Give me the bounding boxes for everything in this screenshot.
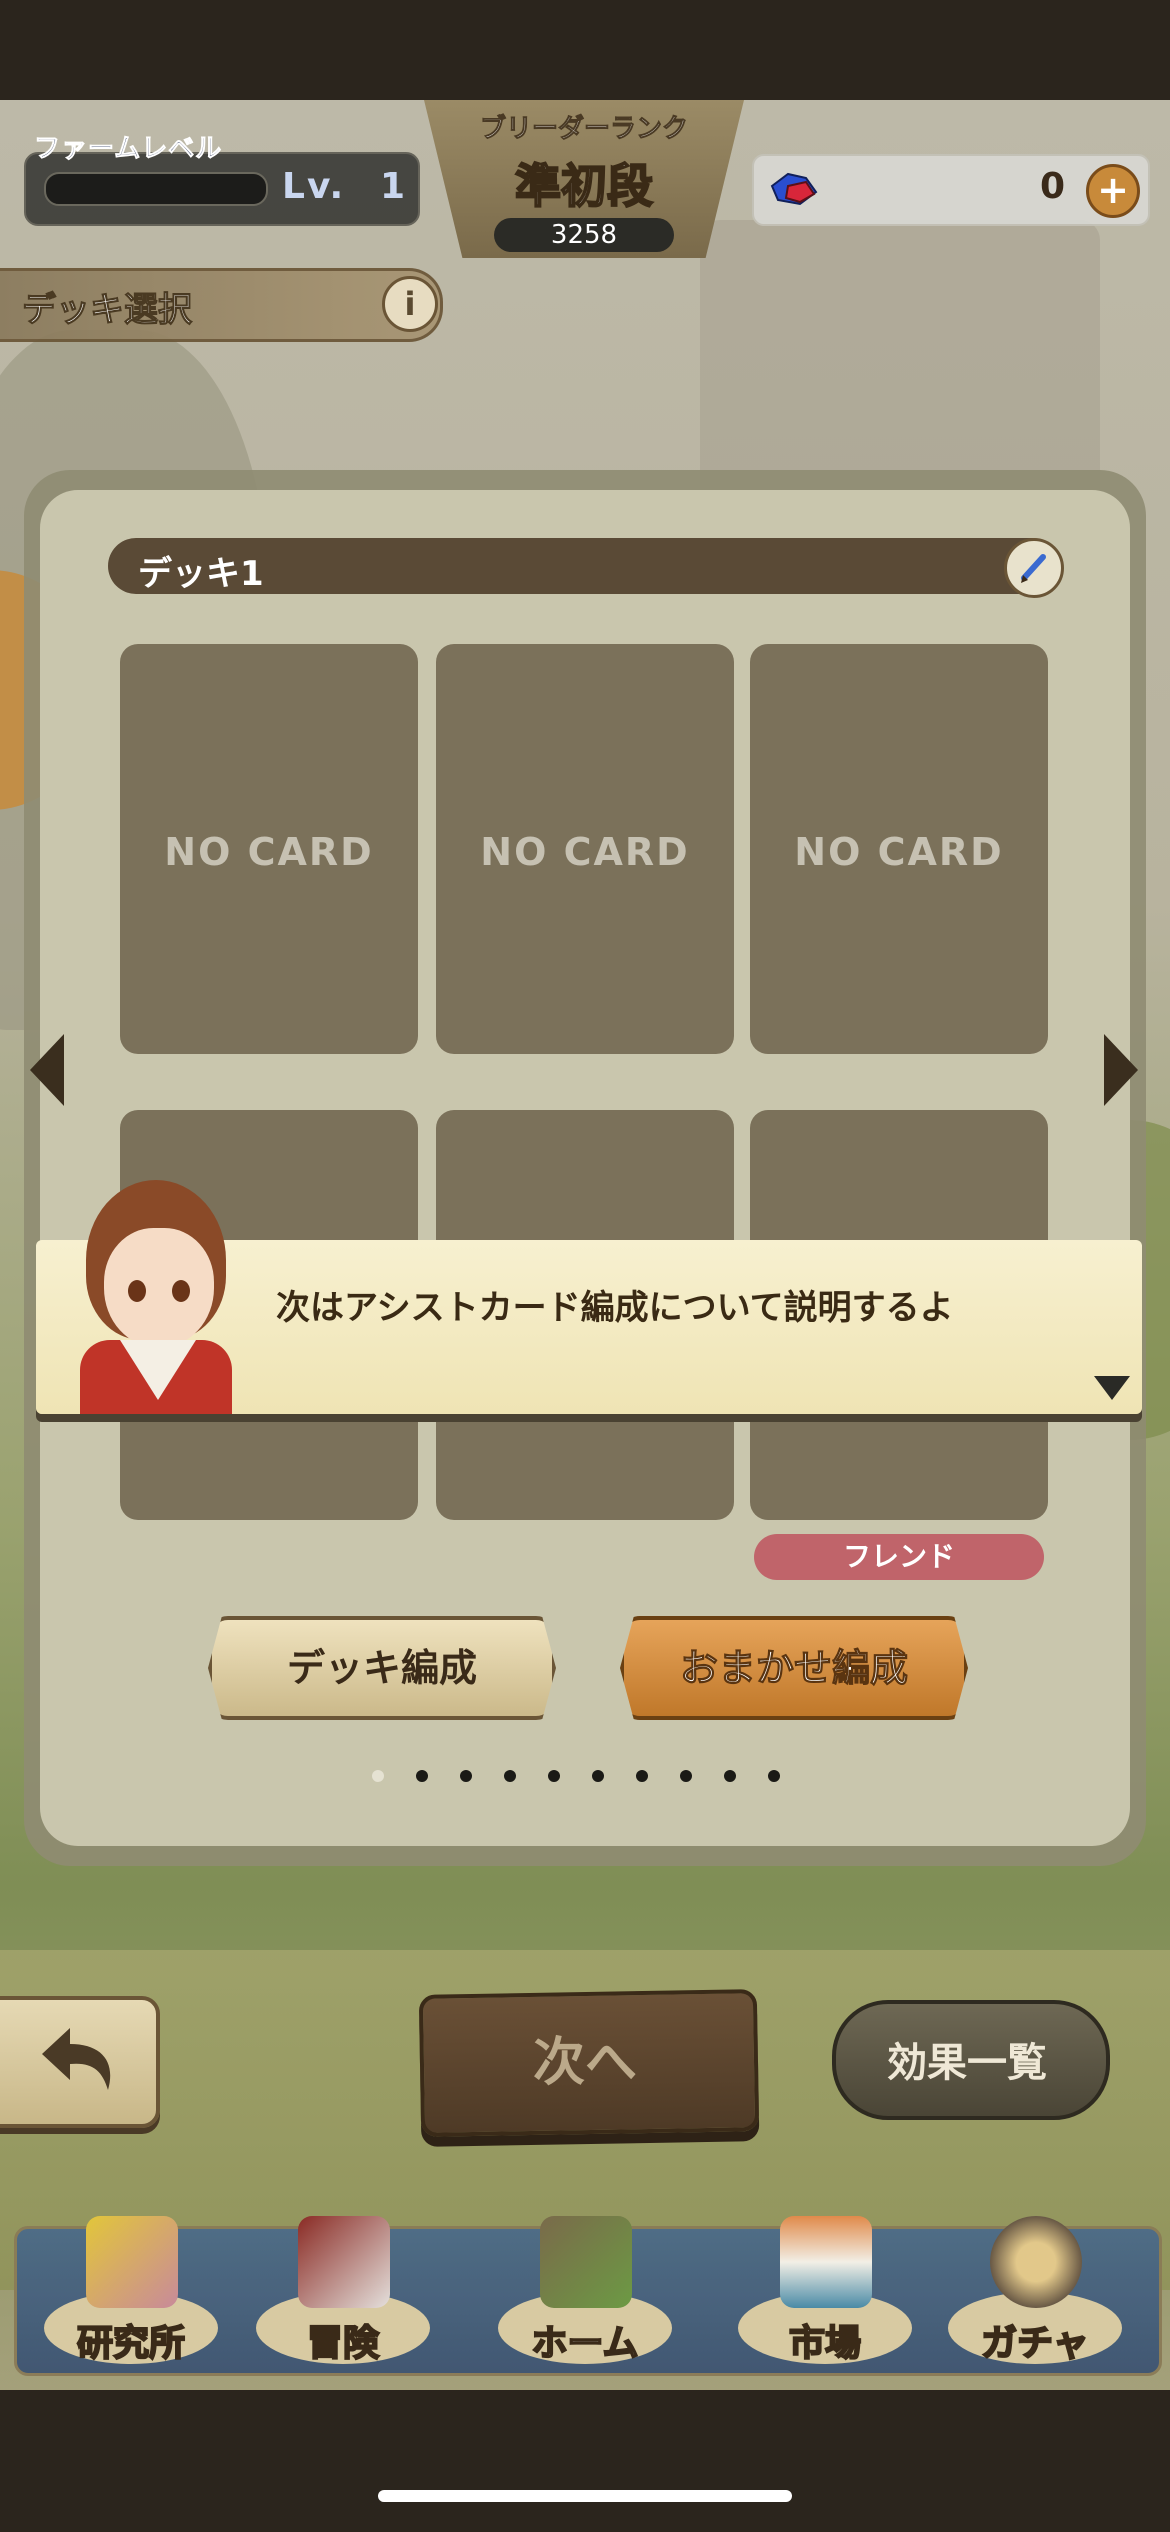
home-windmill-icon (540, 2216, 632, 2308)
tutorial-dialog-text: 次はアシストカード編成について説明するよ (276, 1288, 954, 1328)
home-indicator[interactable] (378, 2490, 792, 2502)
breeder-rank-label: ブリーダーランク (479, 114, 688, 145)
adventure-book-icon (298, 2216, 390, 2308)
breeder-rank-score: 3258 (550, 220, 618, 250)
card-slot-label: NO CARD (794, 830, 1004, 874)
page-dot[interactable] (504, 1770, 516, 1782)
farm-level-value: 1 (380, 166, 406, 207)
card-slot-3[interactable]: NO CARD (750, 644, 1048, 1054)
back-arrow-icon[interactable] (36, 2018, 126, 2098)
page-dot[interactable] (460, 1770, 472, 1782)
deck-select-title: デッキ選択 (22, 290, 193, 331)
bottom-safe-area (0, 2390, 1170, 2532)
page-dot[interactable] (724, 1770, 736, 1782)
status-bar (0, 0, 1170, 100)
add-gems-button[interactable]: + (1086, 164, 1140, 218)
nav-adventure[interactable]: 冒険 (248, 2210, 438, 2374)
edit-deck-name-icon[interactable] (1004, 538, 1064, 598)
friend-badge: フレンド (754, 1534, 1044, 1580)
page-dot[interactable] (548, 1770, 560, 1782)
card-slot-2[interactable]: NO CARD (436, 644, 734, 1054)
nav-label: ガチャ (980, 2322, 1090, 2365)
card-slot-label: NO CARD (164, 830, 374, 874)
nav-label: ホーム (531, 2322, 640, 2365)
nav-label: 研究所 (76, 2322, 186, 2365)
deck-name: デッキ1 (138, 554, 264, 594)
page-dot[interactable] (636, 1770, 648, 1782)
breeder-rank-name: 準初段 (514, 158, 654, 214)
page-dot[interactable] (416, 1770, 428, 1782)
page-dot[interactable] (372, 1770, 384, 1782)
info-button[interactable]: i (382, 276, 438, 332)
nav-laboratory[interactable]: 研究所 (36, 2210, 226, 2374)
nav-market[interactable]: 市場 (730, 2210, 920, 2374)
farm-level-label: ファームレベル (33, 134, 223, 165)
gem-icon (770, 172, 818, 206)
farm-level-prefix: Lv. (282, 166, 346, 207)
gem-count: 0 (1040, 166, 1066, 207)
page-dot[interactable] (680, 1770, 692, 1782)
deck-edit-button[interactable]: デッキ編成 (208, 1616, 556, 1720)
nav-home[interactable]: ホーム (490, 2210, 680, 2374)
previous-deck-arrow-icon[interactable] (30, 1034, 64, 1106)
nav-label: 市場 (788, 2322, 862, 2365)
nav-label: 冒険 (306, 2322, 380, 2365)
card-slot-1[interactable]: NO CARD (120, 644, 418, 1054)
market-stall-icon (780, 2216, 872, 2308)
guide-character-face (104, 1228, 214, 1348)
page-dot[interactable] (592, 1770, 604, 1782)
nav-gacha[interactable]: ガチャ (940, 2210, 1130, 2374)
dialog-continue-icon[interactable] (1094, 1376, 1130, 1400)
next-button-label: 次へ (532, 2033, 637, 2093)
deck-page-indicator[interactable] (372, 1770, 792, 1790)
gacha-machine-icon (990, 2216, 1082, 2308)
farm-exp-bar (44, 172, 268, 206)
laboratory-icon (86, 2216, 178, 2308)
guide-character-eye (128, 1280, 146, 1302)
page-dot[interactable] (768, 1770, 780, 1782)
effects-list-label: 効果一覧 (887, 2040, 1047, 2086)
auto-edit-button[interactable]: おまかせ編成 (620, 1616, 968, 1720)
card-slot-label: NO CARD (480, 830, 690, 874)
guide-character-eye (172, 1280, 190, 1302)
next-deck-arrow-icon[interactable] (1104, 1034, 1138, 1106)
